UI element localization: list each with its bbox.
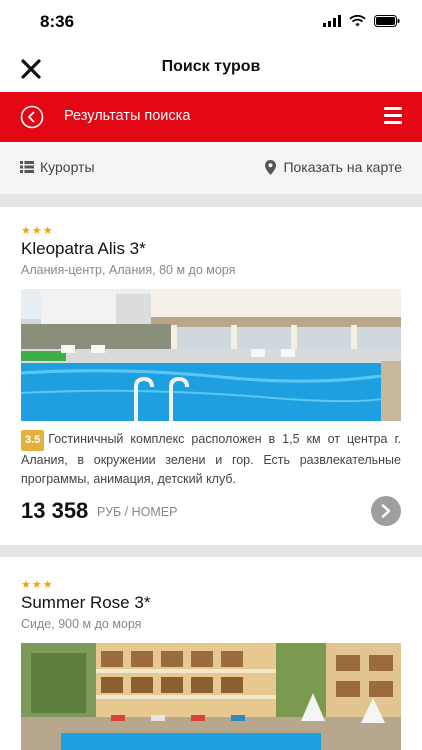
open-hotel-button[interactable] — [371, 496, 401, 526]
price-unit: РУБ / НОМЕР — [97, 505, 178, 519]
hotel-location: Сиде, 900 м до моря — [21, 617, 142, 631]
description-text: Гостиничный комплекс расположен в 1,5 км… — [21, 432, 401, 486]
map-pin-icon — [265, 159, 277, 175]
status-icons — [323, 14, 400, 32]
hotel-card[interactable]: ★★★ Kleopatra Alis 3* Алания-центр, Алан… — [0, 207, 422, 545]
hotel-description: 3.5 Гостиничный комплекс расположен в 1,5… — [21, 430, 401, 489]
page-title: Поиск туров — [161, 58, 261, 75]
menu-button[interactable] — [384, 107, 402, 125]
resorts-button[interactable]: Курорты — [20, 159, 95, 175]
results-header: Результаты поиска — [0, 92, 422, 142]
battery-icon — [374, 14, 400, 32]
back-button[interactable] — [20, 105, 44, 129]
hotel-price: 13 358 — [21, 498, 89, 523]
results-title: Результаты поиска — [64, 108, 191, 124]
star-rating: ★★★ — [21, 225, 54, 237]
divider — [0, 195, 422, 207]
hotel-card[interactable]: ★★★ Summer Rose 3* Сиде, 900 м до моря — [0, 557, 422, 750]
hotel-photo[interactable] — [21, 643, 401, 750]
wifi-icon — [349, 14, 366, 32]
signal-icon — [323, 14, 341, 32]
resorts-label: Курорты — [40, 159, 95, 175]
hamburger-icon — [384, 107, 402, 124]
show-on-map-label: Показать на карте — [283, 159, 402, 175]
hotel-photo[interactable] — [21, 289, 401, 421]
star-rating: ★★★ — [21, 579, 54, 591]
status-bar: 8:36 — [0, 0, 422, 44]
filter-bar: Курорты Показать на карте — [0, 142, 422, 195]
hotel-location: Алания-центр, Алания, 80 м до моря — [21, 263, 236, 277]
status-time: 8:36 — [40, 12, 75, 31]
chevron-left-circle-icon — [20, 105, 44, 129]
rating-badge: 3.5 — [21, 430, 45, 451]
hotel-name[interactable]: Kleopatra Alis 3* — [21, 239, 146, 259]
hotel-name[interactable]: Summer Rose 3* — [21, 593, 150, 613]
chevron-right-icon — [381, 504, 391, 518]
nav-bar: Поиск туров — [0, 44, 422, 92]
show-on-map-button[interactable]: Показать на карте — [265, 159, 402, 175]
divider — [0, 545, 422, 557]
hotel-building-image — [21, 643, 401, 750]
pool-image — [21, 289, 401, 421]
list-icon — [20, 161, 34, 173]
